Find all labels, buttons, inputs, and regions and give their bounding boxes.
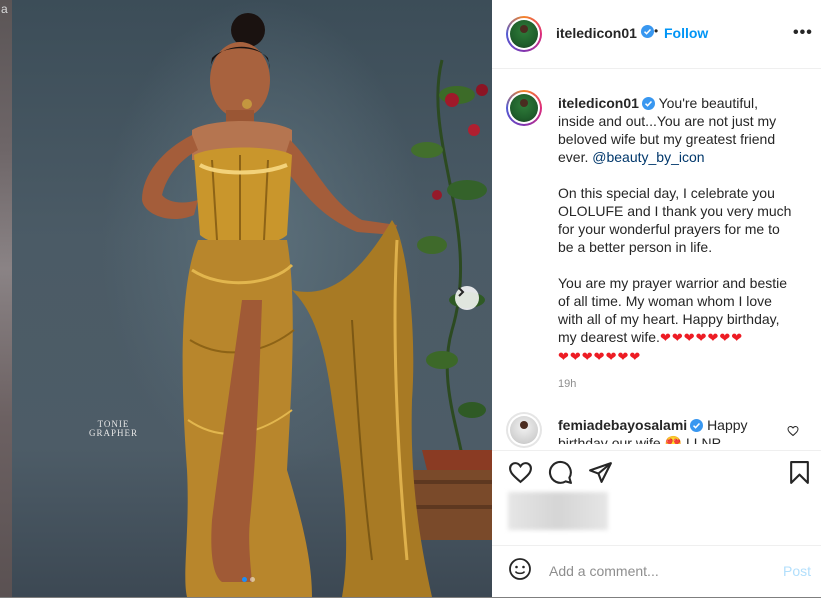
caption-paragraph-3: You are my prayer warrior and bestie of … — [558, 274, 798, 366]
paper-plane-icon[interactable] — [588, 460, 613, 485]
header-username[interactable]: iteledicon01 — [556, 25, 637, 41]
speech-bubble-icon[interactable] — [548, 460, 573, 485]
header-separator: • — [654, 24, 659, 38]
verified-badge-icon — [690, 419, 704, 432]
comment-input[interactable] — [547, 558, 771, 584]
carousel-indicator — [242, 577, 255, 582]
more-options-button[interactable]: ••• — [793, 24, 813, 42]
post-header: iteledicon01 • Follow ••• — [492, 0, 821, 69]
verified-badge-icon — [641, 97, 655, 110]
caption-username[interactable]: iteledicon01 — [558, 95, 639, 111]
smiley-icon[interactable] — [508, 557, 532, 581]
photo-illustration — [142, 13, 492, 597]
carousel-dot-1 — [242, 577, 247, 582]
carousel-next-button[interactable] — [455, 286, 479, 310]
background-edge-text: a — [1, 2, 8, 16]
caption-hearts-line-2: ❤❤❤❤❤❤❤ — [558, 349, 642, 364]
caption-paragraph-2: On this special day, I celebrate you OLO… — [558, 185, 792, 255]
post-photo[interactable]: TONIE GRAPHER — [12, 0, 492, 597]
caption-avatar[interactable] — [506, 90, 542, 126]
caption-hearts-line-1: ❤❤❤❤❤❤❤ — [659, 330, 744, 345]
likes-count-blurred — [508, 492, 608, 530]
comment-like-heart-icon[interactable] — [787, 425, 799, 437]
background-feed-strip: a — [0, 0, 12, 597]
commenter-avatar[interactable] — [506, 412, 542, 448]
bookmark-icon[interactable] — [788, 460, 811, 485]
header-avatar[interactable] — [506, 16, 542, 52]
comment-tail: LLNP — [685, 435, 721, 444]
watermark-line-2: GRAPHER — [89, 428, 139, 438]
model-figure — [142, 13, 432, 597]
post-caption: iteledicon01 You're beautiful, inside an… — [558, 94, 798, 366]
follow-button[interactable]: Follow — [664, 25, 708, 41]
carousel-dot-2 — [250, 577, 255, 582]
verified-badge-icon — [641, 25, 654, 38]
caption-mention-link[interactable]: @beauty_by_icon — [592, 149, 704, 165]
photographer-watermark: TONIE GRAPHER — [89, 420, 138, 438]
comment-username[interactable]: femiadebayosalami — [558, 417, 687, 433]
comment-emoji: 😍 — [664, 435, 683, 444]
comment-item: femiadebayosalami Happy birthday our wif… — [558, 416, 778, 444]
post-comment-button[interactable]: Post — [783, 563, 811, 579]
post-side-panel: iteledicon01 • Follow ••• iteledicon01 Y… — [492, 0, 821, 597]
heart-outline-icon[interactable] — [508, 460, 533, 485]
chevron-right-icon — [458, 287, 465, 297]
plant-decoration — [411, 59, 492, 540]
caption-paragraph-1: iteledicon01 You're beautiful, inside an… — [558, 94, 798, 166]
post-timestamp[interactable]: 19h — [558, 378, 576, 390]
